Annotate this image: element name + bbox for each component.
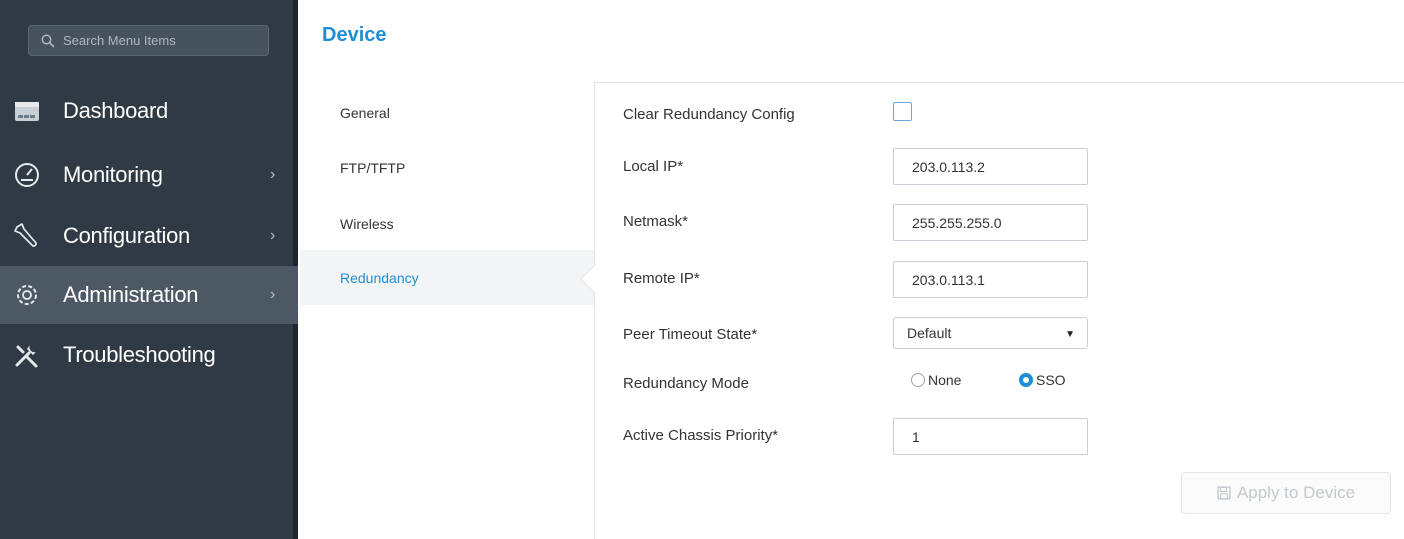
sidebar-item-label: Dashboard (63, 98, 168, 123)
peer-timeout-select[interactable]: Default ▼ (893, 317, 1088, 349)
wrench-icon (14, 223, 37, 247)
dropdown-caret-icon: ▼ (1065, 329, 1075, 340)
gauge-icon (15, 163, 39, 187)
sidebar-item-dashboard[interactable]: Dashboard (0, 82, 298, 140)
local-ip-field[interactable] (893, 148, 1088, 185)
sidebar: Search Menu Items Dashboard Monitoring ›… (0, 0, 298, 539)
peer-timeout-value: Default (907, 325, 952, 341)
priority-field[interactable] (893, 418, 1088, 455)
priority-label: Active Chassis Priority* (623, 427, 779, 444)
sidebar-item-monitoring[interactable]: Monitoring › (0, 146, 298, 204)
sidebar-item-label: Configuration (63, 223, 190, 248)
search-icon (41, 34, 55, 48)
chevron-right-icon: › (270, 286, 276, 303)
sidebar-item-configuration[interactable]: Configuration › (0, 207, 298, 265)
device-subnav: General FTP/TFTP Wireless Redundancy (300, 82, 609, 539)
subnav-item-wireless[interactable]: Wireless (300, 196, 595, 251)
apply-to-device-button[interactable]: Apply to Device (1181, 472, 1391, 514)
clear-config-label: Clear Redundancy Config (623, 106, 795, 123)
mode-radio-sso[interactable]: SSO (1019, 372, 1066, 388)
clear-config-checkbox[interactable] (893, 102, 912, 121)
radio-none-indicator[interactable] (911, 373, 925, 387)
sidebar-item-troubleshooting[interactable]: Troubleshooting (0, 326, 298, 384)
chevron-right-icon: › (270, 166, 276, 183)
subnav-item-redundancy[interactable]: Redundancy (300, 250, 595, 305)
sidebar-item-label: Monitoring (63, 162, 163, 187)
subnav-item-general[interactable]: General (300, 85, 595, 140)
gear-icon (17, 285, 37, 305)
mode-radio-none[interactable]: None (911, 372, 961, 388)
chevron-right-icon: › (270, 227, 276, 244)
dashboard-icon (15, 102, 39, 121)
save-icon (1217, 486, 1231, 500)
radio-sso-indicator[interactable] (1019, 373, 1033, 387)
radio-none-label: None (928, 372, 962, 388)
radio-sso-label: SSO (1036, 372, 1066, 388)
peer-timeout-label: Peer Timeout State* (623, 326, 758, 343)
search-menu-input[interactable]: Search Menu Items (28, 25, 269, 56)
apply-button-label: Apply to Device (1236, 483, 1356, 502)
search-placeholder: Search Menu Items (63, 33, 176, 48)
redundancy-mode-label: Redundancy Mode (623, 375, 749, 392)
tools-icon (15, 345, 38, 368)
sidebar-item-administration[interactable]: Administration › (0, 266, 298, 324)
remote-ip-field[interactable] (893, 261, 1088, 298)
sidebar-item-label: Administration (63, 282, 199, 307)
netmask-label: Netmask* (623, 213, 689, 230)
subnav-item-ftp-tftp[interactable]: FTP/TFTP (300, 140, 595, 195)
sidebar-item-label: Troubleshooting (63, 342, 216, 367)
page-title: Device (322, 24, 387, 46)
local-ip-label: Local IP* (623, 158, 684, 175)
netmask-field[interactable] (893, 204, 1088, 241)
remote-ip-label: Remote IP* (623, 270, 700, 287)
